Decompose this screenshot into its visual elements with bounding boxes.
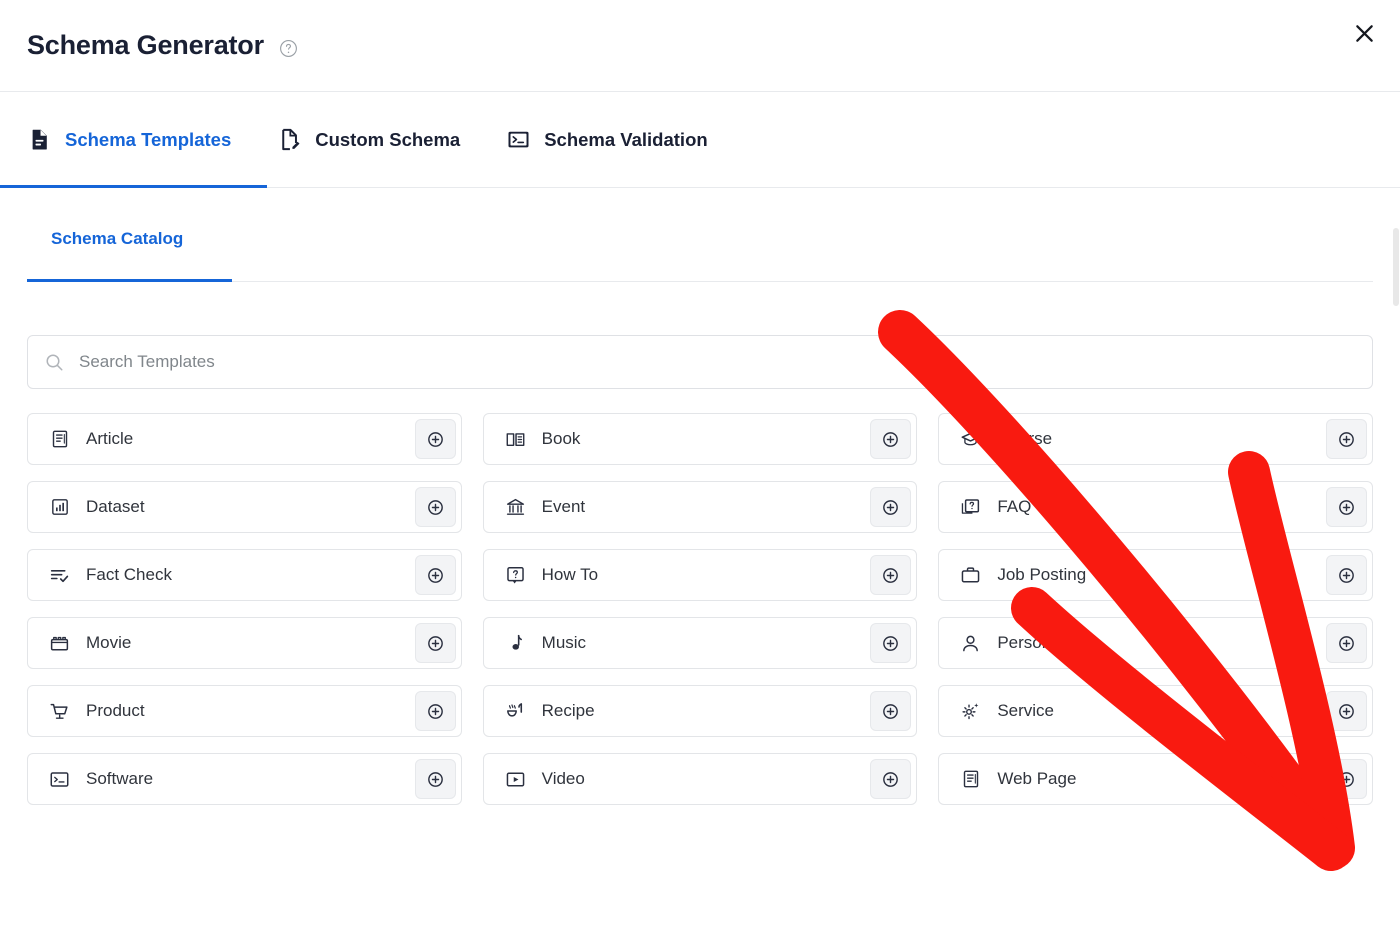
recipe-icon [505, 701, 526, 722]
add-template-button[interactable] [414, 691, 456, 731]
document-pencil-icon [277, 127, 302, 152]
add-template-button[interactable] [870, 419, 912, 459]
template-label: Person [997, 633, 1052, 652]
template-label: How To [541, 565, 599, 584]
template-label: Dataset [86, 497, 145, 516]
add-template-button[interactable] [414, 623, 456, 663]
terminal-window-icon [49, 769, 70, 790]
template-card-fact-check[interactable]: Fact Check [27, 549, 462, 601]
question-card-icon [960, 497, 981, 518]
tab-schema-templates[interactable]: Schema Templates [27, 92, 277, 187]
template-card-video[interactable]: Video [482, 753, 918, 805]
add-template-button[interactable] [1325, 419, 1367, 459]
add-template-button[interactable] [870, 691, 912, 731]
add-template-button[interactable] [1325, 691, 1367, 731]
search-icon [44, 352, 65, 373]
tab-label: Schema Templates [65, 128, 232, 150]
tab-custom-schema[interactable]: Custom Schema [277, 92, 506, 187]
template-label: Book [541, 429, 581, 448]
template-card-software[interactable]: Software [27, 753, 462, 805]
template-card-music[interactable]: Music [482, 617, 918, 669]
shopping-cart-icon [49, 701, 70, 722]
scrollbar-thumb[interactable] [1393, 228, 1399, 306]
close-button[interactable] [1347, 16, 1381, 50]
template-label: Product [86, 701, 145, 720]
tab-label: Custom Schema [315, 128, 461, 150]
template-label: Music [541, 633, 587, 652]
template-card-person[interactable]: Person [938, 617, 1373, 669]
list-check-icon [49, 565, 70, 586]
tab-schema-validation[interactable]: Schema Validation [506, 92, 753, 187]
template-card-course[interactable]: Course [938, 413, 1373, 465]
search-input[interactable] [79, 352, 1356, 372]
template-label: Course [997, 429, 1053, 448]
template-card-movie[interactable]: Movie [27, 617, 462, 669]
add-template-button[interactable] [414, 759, 456, 799]
document-lines-icon [27, 127, 52, 152]
search-box[interactable] [27, 335, 1373, 389]
graduation-cap-icon [960, 429, 981, 450]
template-label: Web Page [997, 769, 1077, 788]
web-page-icon [960, 769, 981, 790]
person-icon [960, 633, 981, 654]
template-label: FAQ [997, 497, 1032, 516]
template-label: Video [541, 769, 585, 788]
template-card-web-page[interactable]: Web Page [938, 753, 1373, 805]
template-card-faq[interactable]: FAQ [938, 481, 1373, 533]
template-card-how-to[interactable]: How To [482, 549, 918, 601]
add-template-button[interactable] [870, 555, 912, 595]
template-card-recipe[interactable]: Recipe [482, 685, 918, 737]
add-template-button[interactable] [1325, 759, 1367, 799]
page-title: Schema Generator [27, 30, 264, 60]
template-label: Software [86, 769, 154, 788]
search-section [0, 335, 1400, 389]
template-card-dataset[interactable]: Dataset [27, 481, 462, 533]
book-icon [505, 429, 526, 450]
clapperboard-icon [49, 633, 70, 654]
chart-box-icon [49, 497, 70, 518]
template-label: Service [997, 701, 1055, 720]
article-icon [49, 429, 70, 450]
gear-sparkle-icon [960, 701, 981, 722]
subtab-schema-catalog[interactable]: Schema Catalog [27, 229, 183, 249]
add-template-button[interactable] [414, 419, 456, 459]
add-template-button[interactable] [1325, 623, 1367, 663]
template-label: Job Posting [997, 565, 1087, 584]
tab-bar: Schema Templates Custom Schema Schema Va… [0, 92, 1400, 188]
dialog-header: Schema Generator [0, 0, 1400, 92]
template-card-job-posting[interactable]: Job Posting [938, 549, 1373, 601]
question-bubble-icon [505, 565, 526, 586]
add-template-button[interactable] [870, 759, 912, 799]
template-card-book[interactable]: Book [482, 413, 918, 465]
template-label: Recipe [541, 701, 595, 720]
question-circle-icon[interactable] [279, 39, 298, 58]
add-template-button[interactable] [1325, 555, 1367, 595]
tab-label: Schema Validation [544, 128, 708, 150]
play-box-icon [505, 769, 526, 790]
add-template-button[interactable] [870, 623, 912, 663]
landmark-icon [505, 497, 526, 518]
briefcase-icon [960, 565, 981, 586]
close-icon [1355, 24, 1373, 42]
template-label: Fact Check [86, 565, 172, 584]
template-grid: Article Book Course Dataset Event FAQ Fa… [0, 413, 1400, 805]
template-card-service[interactable]: Service [938, 685, 1373, 737]
template-label: Movie [86, 633, 132, 652]
terminal-icon [506, 127, 531, 152]
template-card-event[interactable]: Event [482, 481, 918, 533]
active-subtab-indicator [27, 279, 232, 282]
template-card-article[interactable]: Article [27, 413, 462, 465]
add-template-button[interactable] [414, 555, 456, 595]
active-tab-indicator [0, 185, 267, 188]
template-label: Article [86, 429, 134, 448]
music-note-icon [505, 633, 526, 654]
template-card-product[interactable]: Product [27, 685, 462, 737]
subtab-row: Schema Catalog [27, 229, 1373, 282]
add-template-button[interactable] [870, 487, 912, 527]
subtab-section: Schema Catalog [0, 229, 1400, 282]
add-template-button[interactable] [1325, 487, 1367, 527]
template-label: Event [541, 497, 586, 516]
add-template-button[interactable] [414, 487, 456, 527]
